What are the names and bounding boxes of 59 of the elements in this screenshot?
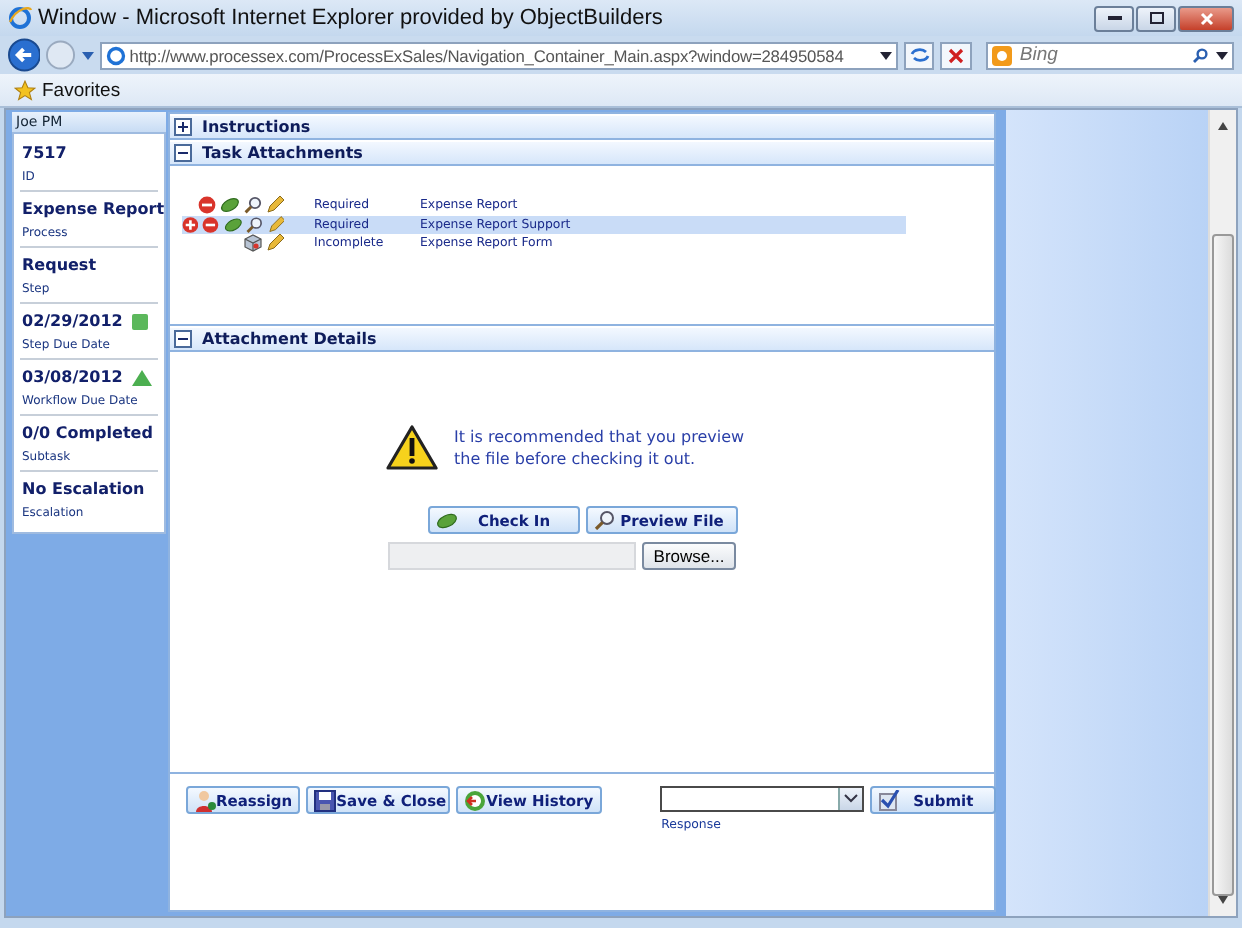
- response-dropdown[interactable]: [659, 786, 864, 812]
- magnifier-icon: [593, 510, 615, 530]
- summary-value: 7517: [22, 144, 67, 162]
- expand-icon[interactable]: [174, 118, 192, 136]
- collapse-icon[interactable]: [174, 330, 192, 348]
- summary-value: Expense Report: [22, 200, 165, 218]
- summary-value: 03/08/2012: [22, 368, 123, 386]
- window-title: Window - Microsoft Internet Explorer provided by ObjectBuilders: [38, 6, 665, 30]
- pencil-icon[interactable]: [267, 215, 284, 234]
- pill-icon[interactable]: [223, 215, 243, 234]
- browse-button[interactable]: Browse...: [641, 542, 737, 570]
- checkmark-icon: [877, 789, 900, 811]
- browser-logo-icon: [8, 6, 32, 30]
- chevron-down-icon: [843, 794, 858, 804]
- dropdown-arrow-icon[interactable]: [1215, 51, 1228, 59]
- maximize-button[interactable]: [1136, 5, 1176, 31]
- pill-icon[interactable]: [220, 196, 240, 215]
- search-icon[interactable]: [1191, 47, 1208, 63]
- scroll-up-icon[interactable]: [1218, 122, 1228, 130]
- stop-icon: [948, 47, 965, 63]
- search-provider-icon: [991, 45, 1012, 65]
- remove-icon[interactable]: [198, 196, 216, 215]
- summary-value: 02/29/2012: [22, 312, 123, 330]
- section-header[interactable]: Attachment Details: [170, 328, 994, 352]
- back-button[interactable]: [8, 38, 41, 72]
- person-icon: [194, 789, 216, 811]
- summary-value: Request: [22, 256, 97, 274]
- pill-icon: [435, 511, 457, 529]
- page-icon: [105, 45, 126, 65]
- add-icon[interactable]: [182, 215, 199, 234]
- dropdown-arrow-icon[interactable]: [879, 51, 892, 59]
- history-icon: [464, 789, 487, 811]
- summary-value: 0/0 Completed: [22, 424, 153, 442]
- address-field[interactable]: http://www.processex.com/ProcessExSales/Navigation_Container_Main.aspx?window=284950584: [99, 41, 898, 69]
- file-path-field[interactable]: [387, 542, 636, 570]
- magnifier-icon[interactable]: [244, 196, 262, 215]
- close-button[interactable]: [1178, 5, 1234, 31]
- refresh-icon: [909, 46, 930, 64]
- vertical-scrollbar[interactable]: [1208, 110, 1236, 916]
- maximize-icon: [1149, 12, 1163, 24]
- warning-message: It is recommended that you preview the file before checking it out.: [454, 425, 747, 469]
- minimize-button[interactable]: [1094, 5, 1134, 31]
- remove-icon[interactable]: [202, 215, 220, 234]
- pencil-icon[interactable]: [266, 234, 284, 253]
- close-icon: [1199, 11, 1213, 25]
- section-header[interactable]: Task Attachments: [170, 142, 994, 166]
- magnifier-icon[interactable]: [246, 215, 264, 234]
- warning-icon: [386, 424, 438, 470]
- summary-value: No Escalation: [22, 480, 145, 498]
- star-icon: [14, 79, 36, 101]
- favorites-button[interactable]: Favorites: [42, 79, 121, 101]
- refresh-button[interactable]: [903, 41, 935, 69]
- minimize-icon: [1107, 15, 1121, 21]
- search-field[interactable]: Bing: [985, 41, 1234, 69]
- stop-button[interactable]: [940, 41, 972, 69]
- section-header[interactable]: Instructions: [170, 116, 994, 140]
- package-icon[interactable]: [244, 234, 262, 253]
- collapse-icon[interactable]: [174, 144, 192, 162]
- pencil-icon[interactable]: [266, 196, 284, 215]
